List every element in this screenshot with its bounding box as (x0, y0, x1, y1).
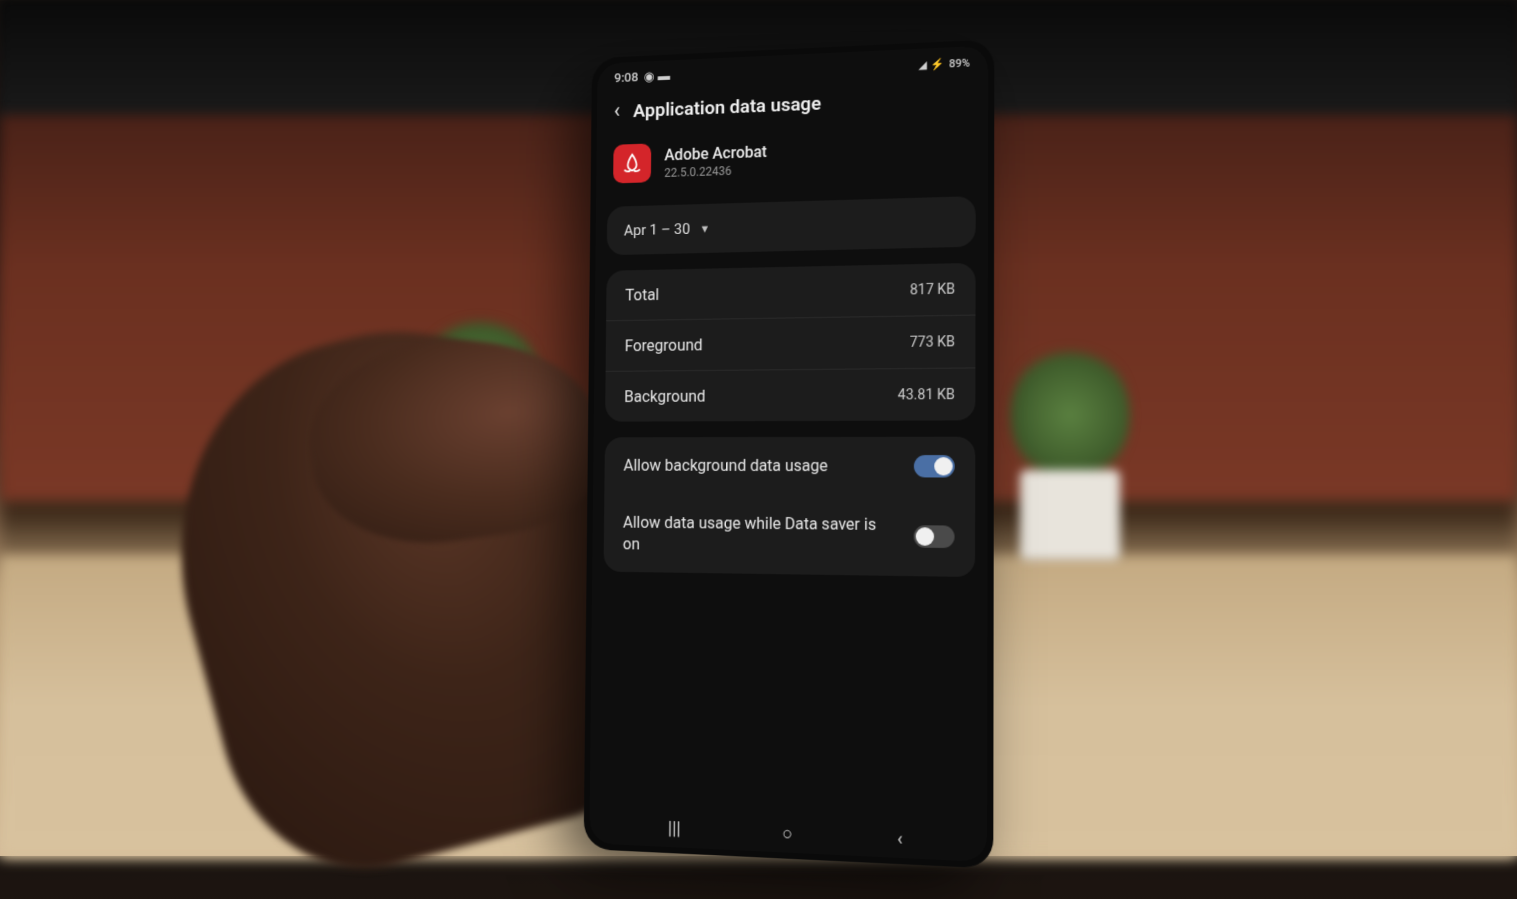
toggle-background-data[interactable] (914, 455, 955, 477)
usage-row-foreground: Foreground 773 KB (606, 316, 976, 372)
usage-row-background: Background 43.81 KB (605, 368, 975, 421)
usage-value: 773 KB (910, 334, 955, 351)
status-icon: ◉ ▬ (644, 68, 670, 85)
usage-label: Foreground (625, 336, 703, 356)
phone-frame: 9:08 ◉ ▬ ◢ ⚡ 89% ‹ Application data usag… (584, 39, 995, 868)
status-time: 9:08 (614, 70, 638, 86)
toggle-data-saver[interactable] (914, 525, 955, 548)
page-title: Application data usage (633, 92, 821, 122)
usage-stats-card: Total 817 KB Foreground 773 KB Backgroun… (605, 263, 975, 422)
usage-row-total: Total 817 KB (606, 263, 975, 321)
adobe-acrobat-icon (613, 143, 651, 183)
toggle-row-data-saver: Allow data usage while Data saver is on (604, 494, 976, 577)
home-icon[interactable]: ○ (782, 823, 793, 845)
plant-decoration (990, 340, 1150, 560)
toggle-label: Allow data usage while Data saver is on (623, 512, 898, 558)
battery-text: 89% (949, 56, 970, 70)
signal-icon: ⚡ (931, 57, 945, 71)
phone-screen: 9:08 ◉ ▬ ◢ ⚡ 89% ‹ Application data usag… (589, 46, 988, 862)
usage-value: 43.81 KB (898, 386, 955, 403)
wifi-icon: ◢ (918, 58, 927, 71)
usage-value: 817 KB (910, 281, 955, 298)
toggle-row-bg-data: Allow background data usage (604, 437, 975, 496)
app-name: Adobe Acrobat (664, 142, 767, 164)
date-range-selector[interactable]: Apr 1 – 30 ▼ (607, 196, 976, 255)
app-version: 22.5.0.22436 (664, 162, 767, 179)
back-icon[interactable]: ‹ (614, 99, 620, 123)
usage-label: Background (624, 387, 705, 406)
chevron-down-icon: ▼ (700, 222, 711, 235)
toggle-label: Allow background data usage (623, 455, 897, 477)
date-range-label: Apr 1 – 30 (624, 220, 690, 239)
back-nav-icon[interactable]: ‹ (897, 828, 903, 850)
toggles-card: Allow background data usage Allow data u… (604, 437, 976, 578)
recents-icon[interactable]: ||| (668, 818, 681, 840)
usage-label: Total (625, 285, 659, 304)
